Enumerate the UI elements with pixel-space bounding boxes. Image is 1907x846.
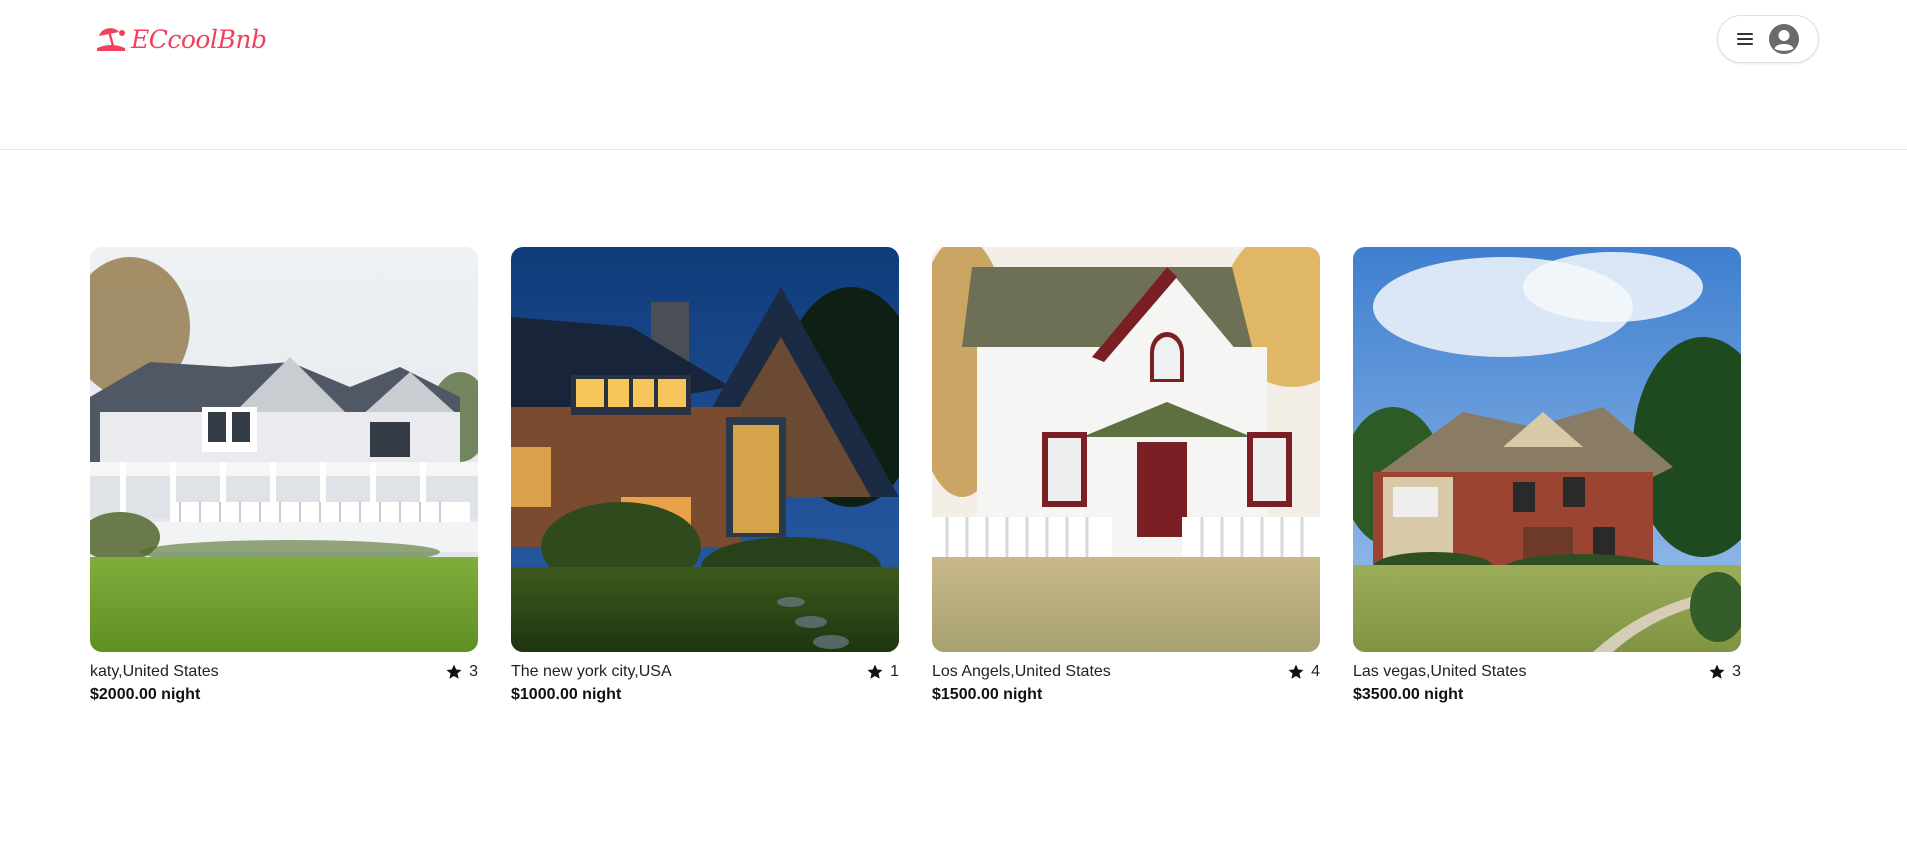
listing-photo[interactable] xyxy=(932,247,1320,652)
listing-photo[interactable] xyxy=(511,247,899,652)
listing-rating: 3 xyxy=(445,663,478,681)
listing-rating: 1 xyxy=(866,663,899,681)
listing-price: $2000.00 night xyxy=(90,686,201,703)
listing-card[interactable]: The new york city,USA 1 $1000.00 night xyxy=(511,247,899,704)
rating-value: 1 xyxy=(890,663,899,680)
top-navbar: ECcoolBnb xyxy=(0,0,1907,150)
star-icon xyxy=(867,664,883,679)
brand-logo[interactable]: ECcoolBnb xyxy=(95,24,267,54)
user-menu-button[interactable] xyxy=(1717,15,1819,63)
star-icon xyxy=(1709,664,1725,679)
listing-location: Los Angels,United States xyxy=(932,663,1111,680)
brand-name: ECcoolBnb xyxy=(131,24,267,54)
listing-price: $1500.00 night xyxy=(932,686,1043,703)
rating-value: 3 xyxy=(469,663,478,680)
listing-card[interactable]: Los Angels,United States 4 $1500.00 nigh… xyxy=(932,247,1320,704)
listing-location: katy,United States xyxy=(90,663,219,680)
listing-rating: 4 xyxy=(1287,663,1320,681)
umbrella-beach-icon xyxy=(97,28,125,51)
star-icon xyxy=(446,664,462,679)
rating-value: 3 xyxy=(1732,663,1741,680)
listing-rating: 3 xyxy=(1708,663,1741,681)
star-icon xyxy=(1288,664,1304,679)
hamburger-menu-icon xyxy=(1737,33,1753,45)
listing-location: Las vegas,United States xyxy=(1353,663,1527,680)
listing-card[interactable]: katy,United States 3 $2000.00 night xyxy=(90,247,478,704)
listing-location: The new york city,USA xyxy=(511,663,672,680)
listing-photo[interactable] xyxy=(90,247,478,652)
listing-photo[interactable] xyxy=(1353,247,1741,652)
user-circle-icon xyxy=(1769,24,1799,54)
listing-card[interactable]: Las vegas,United States 3 $3500.00 night xyxy=(1353,247,1741,704)
listing-price: $1000.00 night xyxy=(511,686,622,703)
rating-value: 4 xyxy=(1311,663,1320,680)
listing-price: $3500.00 night xyxy=(1353,686,1464,703)
